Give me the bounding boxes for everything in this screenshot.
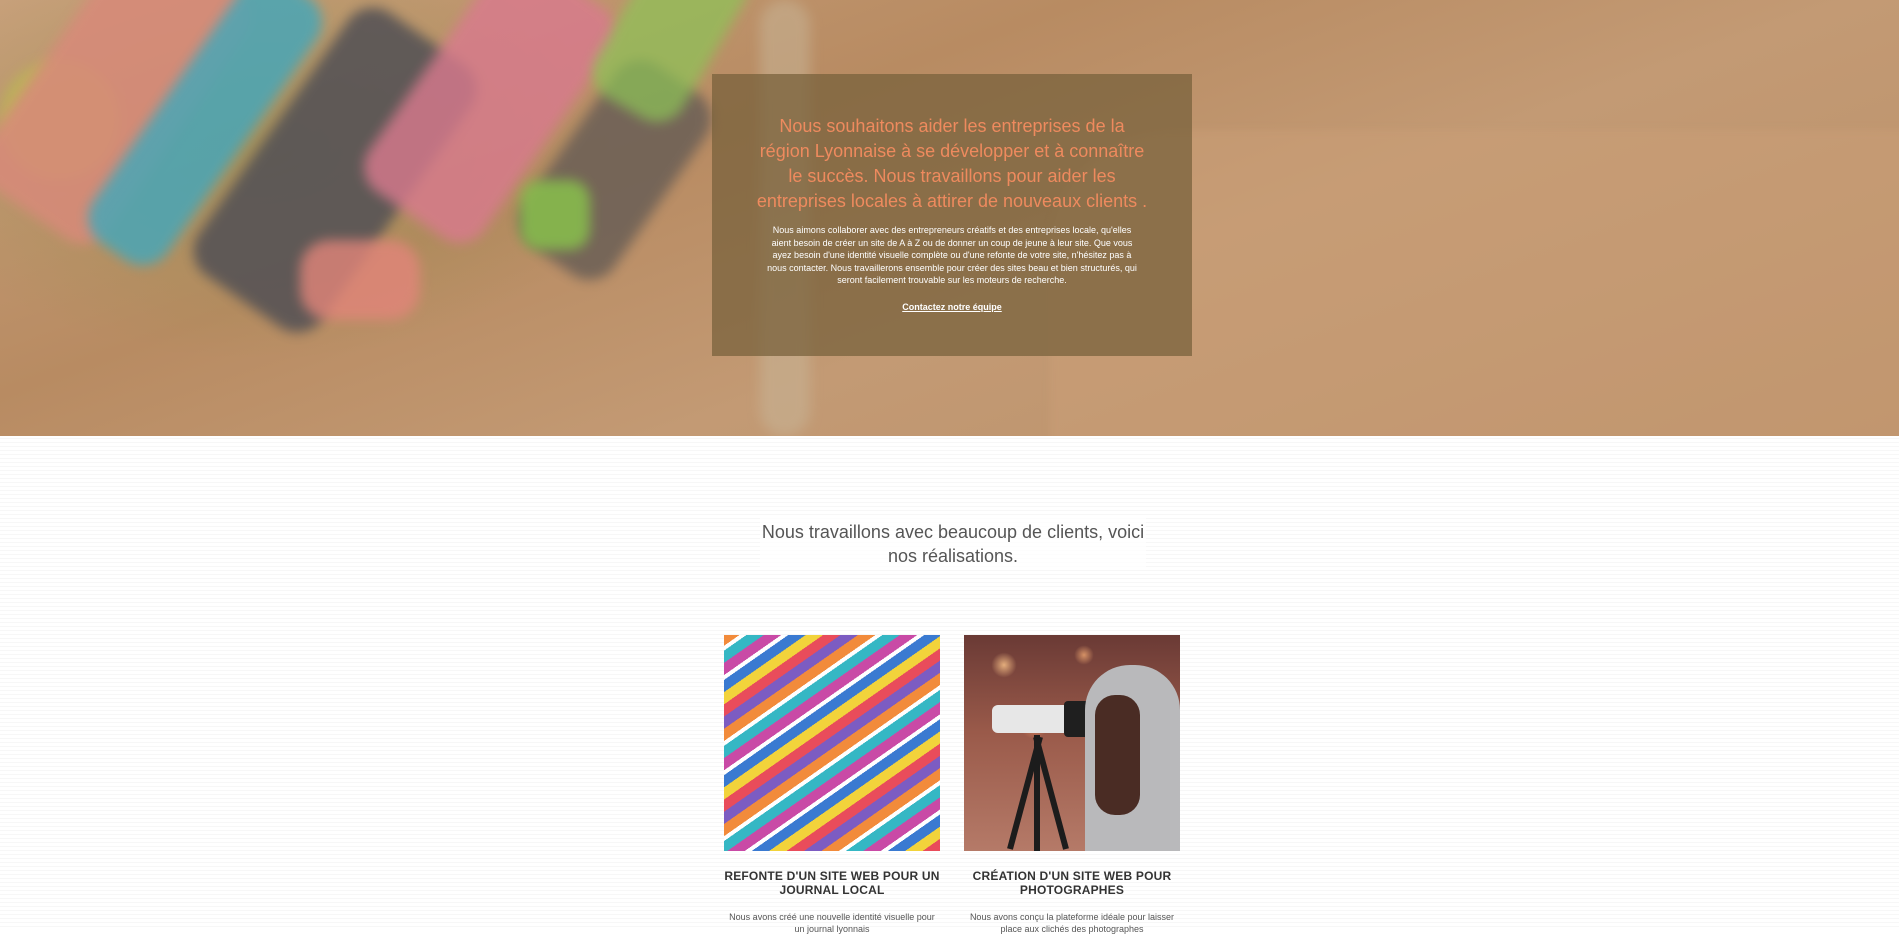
work-section: Nous travaillons avec beaucoup de client… bbox=[0, 436, 1899, 934]
hero-background-shape bbox=[300, 240, 420, 320]
contact-team-link[interactable]: Contactez notre équipe bbox=[902, 302, 1002, 312]
hero-background-shape bbox=[520, 180, 590, 250]
hero-headline: Nous souhaitons aider les entreprises de… bbox=[756, 116, 1148, 211]
work-section-title: Nous travaillons avec beaucoup de client… bbox=[760, 518, 1146, 570]
magazines-image[interactable] bbox=[724, 635, 940, 851]
photographer-hair bbox=[1095, 695, 1140, 815]
project-description: Nous avons créé une nouvelle identité vi… bbox=[729, 912, 935, 934]
hero-section: Nous souhaitons aider les entreprises de… bbox=[0, 0, 1899, 436]
hero-overlay-box: Nous souhaitons aider les entreprises de… bbox=[712, 74, 1192, 356]
project-card[interactable]: REFONTE D'UN SITE WEB POUR UN JOURNAL LO… bbox=[724, 635, 940, 935]
project-card[interactable]: CRÉATION D'UN SITE WEB POUR PHOTOGRAPHES… bbox=[964, 635, 1180, 935]
project-title: REFONTE D'UN SITE WEB POUR UN JOURNAL LO… bbox=[724, 869, 940, 897]
project-title: CRÉATION D'UN SITE WEB POUR PHOTOGRAPHES bbox=[972, 869, 1172, 897]
hero-body-text: Nous aimons collaborer avec des entrepre… bbox=[767, 225, 1137, 285]
photographer-image[interactable] bbox=[964, 635, 1180, 851]
project-description: Nous avons conçu la plateforme idéale po… bbox=[969, 912, 1175, 934]
